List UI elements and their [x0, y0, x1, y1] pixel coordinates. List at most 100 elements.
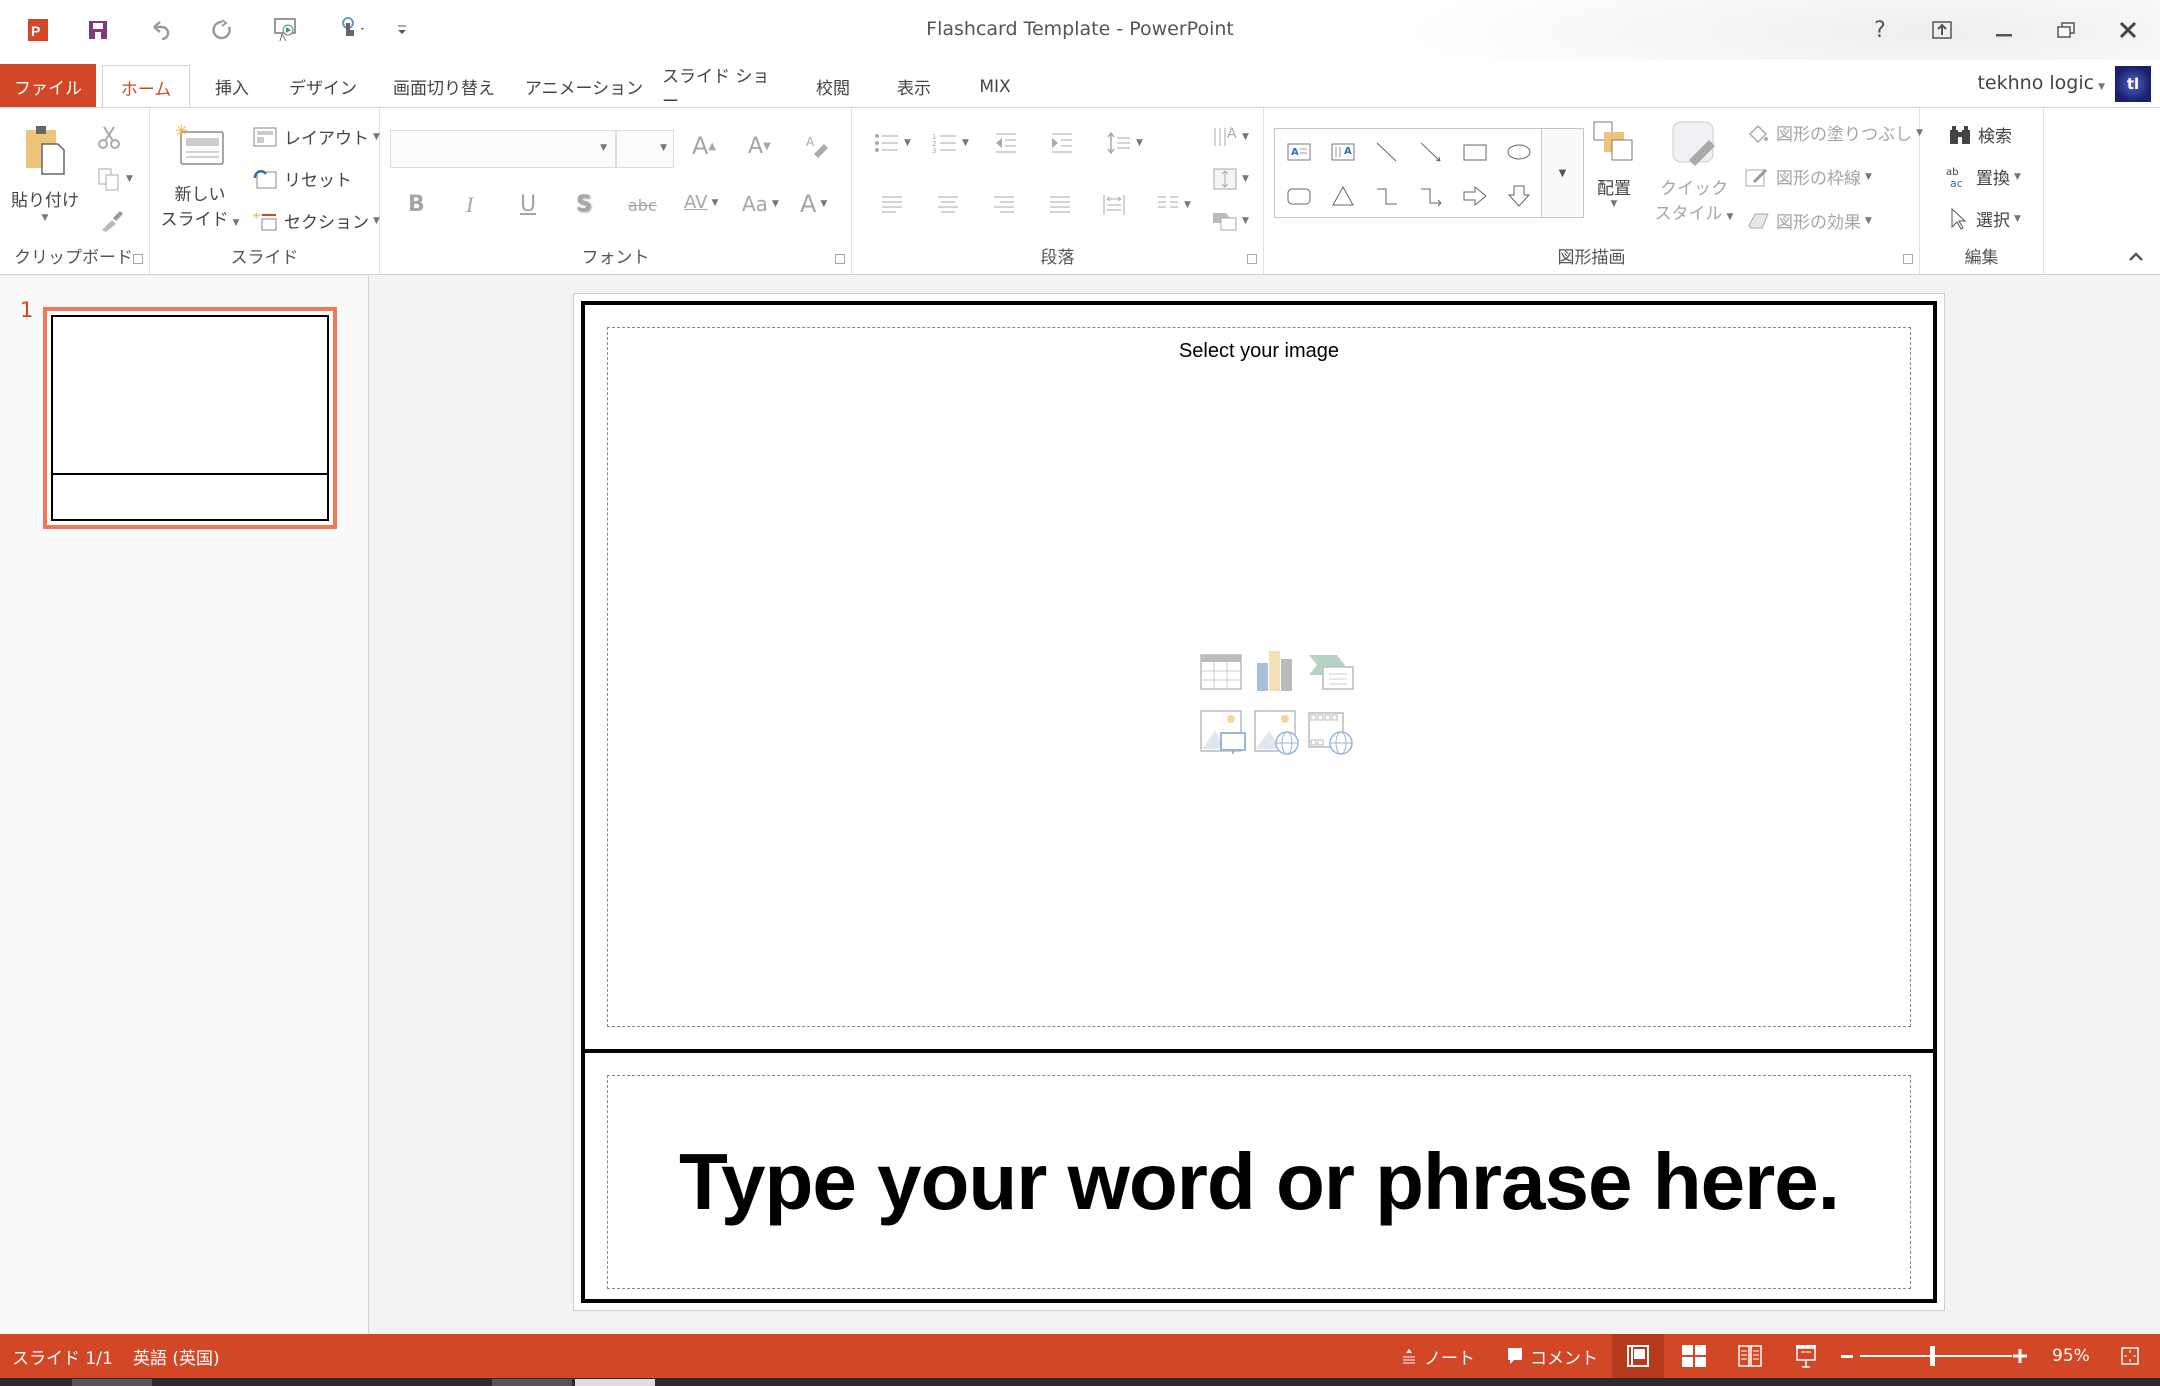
- comments-button[interactable]: コメント: [1506, 1334, 1598, 1378]
- cut-button[interactable]: [96, 124, 122, 150]
- tab-animations[interactable]: アニメーション: [524, 65, 644, 108]
- restore-icon[interactable]: [2046, 14, 2086, 46]
- slide-thumbnail[interactable]: [43, 307, 337, 529]
- vertical-textbox-shape-icon[interactable]: A: [1323, 135, 1363, 169]
- numbering-button[interactable]: 1 2 3 ▼: [932, 132, 969, 154]
- decrease-indent-icon[interactable]: [994, 132, 1018, 154]
- character-spacing-button[interactable]: AV ▼: [684, 192, 718, 213]
- shape-outline-button[interactable]: 図形の枠線 ▼: [1744, 164, 1872, 189]
- phrase-textbox[interactable]: Type your word or phrase here.: [607, 1075, 1911, 1289]
- ribbon-display-options-icon[interactable]: [1922, 14, 1962, 46]
- collapse-ribbon-button[interactable]: [2128, 250, 2144, 266]
- line-shape-icon[interactable]: [1367, 135, 1407, 169]
- reset-button[interactable]: リセット: [252, 166, 352, 191]
- chart-icon[interactable]: [1253, 647, 1297, 691]
- image-placeholder[interactable]: Select your image: [607, 327, 1911, 1027]
- quick-styles-button[interactable]: クイック スタイル ▼: [1654, 118, 1734, 224]
- columns-button[interactable]: ▼: [1156, 194, 1191, 216]
- shape-effects-button[interactable]: 図形の効果 ▼: [1746, 208, 1872, 233]
- picture-icon[interactable]: [1199, 709, 1246, 754]
- change-case-button[interactable]: Aa ▼: [742, 192, 779, 216]
- arrange-button[interactable]: 配置 ▼: [1584, 118, 1644, 209]
- drawing-dialog-launcher[interactable]: [1903, 254, 1913, 264]
- tab-mix[interactable]: MIX: [966, 65, 1024, 108]
- font-color-button[interactable]: A ▼: [800, 190, 827, 218]
- help-button[interactable]: ?: [1860, 14, 1900, 46]
- layout-button[interactable]: レイアウト ▼: [252, 124, 380, 149]
- align-right-icon[interactable]: [992, 194, 1016, 216]
- text-shadow-button[interactable]: S: [576, 192, 592, 217]
- slide-sorter-view-button[interactable]: [1668, 1334, 1720, 1378]
- oval-shape-icon[interactable]: [1499, 135, 1539, 169]
- shapes-gallery-more-button[interactable]: ▼: [1541, 129, 1583, 217]
- zoom-level[interactable]: 95%: [2052, 1334, 2090, 1378]
- fit-slide-button[interactable]: [2120, 1334, 2140, 1378]
- online-video-icon[interactable]: [1307, 709, 1353, 755]
- reading-view-button[interactable]: [1724, 1334, 1776, 1378]
- shape-fill-button[interactable]: 図形の塗りつぶし ▼: [1746, 120, 1923, 145]
- zoom-slider[interactable]: [1860, 1334, 2012, 1378]
- user-account-menu[interactable]: tekhno logic ▼: [1977, 72, 2105, 94]
- select-button[interactable]: 選択 ▼: [1948, 206, 2021, 231]
- line-spacing-button[interactable]: ▼: [1106, 132, 1143, 154]
- tab-insert[interactable]: 挿入: [200, 65, 264, 108]
- clipboard-dialog-launcher[interactable]: [133, 254, 143, 264]
- avatar[interactable]: tl: [2115, 66, 2151, 102]
- bullets-button[interactable]: ▼: [874, 132, 911, 154]
- underline-button[interactable]: U: [520, 192, 536, 217]
- textbox-shape-icon[interactable]: A: [1279, 135, 1319, 169]
- zoom-out-button[interactable]: [1840, 1334, 1854, 1378]
- right-arrow-shape-icon[interactable]: [1455, 179, 1495, 213]
- paragraph-dialog-launcher[interactable]: [1247, 254, 1257, 264]
- normal-view-button[interactable]: [1612, 1334, 1664, 1378]
- elbow-arrow-connector-shape-icon[interactable]: [1411, 179, 1451, 213]
- tab-transitions[interactable]: 画面切り替え: [384, 65, 504, 108]
- close-icon[interactable]: [2108, 14, 2148, 46]
- tab-home[interactable]: ホーム: [102, 65, 190, 108]
- smartart-icon[interactable]: [1307, 653, 1354, 697]
- tab-view[interactable]: 表示: [886, 65, 942, 108]
- slide-canvas[interactable]: Select your image Type your word or phra…: [573, 293, 1945, 1311]
- rectangle-shape-icon[interactable]: [1455, 135, 1495, 169]
- tab-file[interactable]: ファイル: [0, 64, 96, 108]
- justify-icon[interactable]: [1048, 194, 1072, 216]
- section-button[interactable]: ✳ セクション ▼: [252, 208, 380, 234]
- decrease-font-size-button[interactable]: A ▼: [748, 134, 771, 159]
- clear-formatting-icon[interactable]: A: [804, 134, 828, 158]
- text-direction-button[interactable]: A ▼: [1212, 124, 1249, 150]
- new-slide-button[interactable]: ✳ 新しい スライド ▼: [161, 122, 240, 230]
- down-arrow-shape-icon[interactable]: [1499, 179, 1539, 213]
- online-picture-icon[interactable]: [1253, 709, 1299, 755]
- format-painter-button[interactable]: [98, 208, 124, 234]
- rounded-rectangle-shape-icon[interactable]: [1279, 179, 1319, 213]
- font-name-select[interactable]: ▼: [390, 130, 616, 168]
- increase-indent-icon[interactable]: [1050, 132, 1074, 154]
- font-dialog-launcher[interactable]: [835, 254, 845, 264]
- find-button[interactable]: 検索: [1948, 122, 2012, 147]
- paste-button[interactable]: 貼り付け ▼: [10, 122, 80, 223]
- tab-review[interactable]: 校閲: [806, 65, 860, 108]
- elbow-connector-shape-icon[interactable]: [1367, 179, 1407, 213]
- tab-design[interactable]: デザイン: [280, 65, 366, 108]
- minimize-icon[interactable]: [1984, 14, 2024, 46]
- zoom-in-button[interactable]: [2012, 1334, 2028, 1378]
- align-left-icon[interactable]: [880, 194, 904, 216]
- slide-indicator[interactable]: スライド 1/1: [12, 1334, 113, 1378]
- distributed-icon[interactable]: [1102, 194, 1126, 216]
- slideshow-view-button[interactable]: [1780, 1334, 1832, 1378]
- font-size-select[interactable]: ▼: [616, 130, 674, 168]
- align-center-icon[interactable]: [936, 194, 960, 216]
- zoom-slider-thumb[interactable]: [1929, 1346, 1935, 1366]
- table-icon[interactable]: [1199, 653, 1243, 697]
- italic-button[interactable]: I: [466, 192, 473, 218]
- taskbar-item[interactable]: [72, 1379, 152, 1386]
- language-indicator[interactable]: 英語 (英国): [133, 1334, 220, 1378]
- align-text-button[interactable]: ▼: [1212, 166, 1249, 192]
- triangle-shape-icon[interactable]: [1323, 179, 1363, 213]
- copy-button[interactable]: ▼: [96, 166, 133, 192]
- strikethrough-button[interactable]: abc: [628, 196, 657, 215]
- increase-font-size-button[interactable]: A ▲: [692, 132, 716, 160]
- taskbar-item-active[interactable]: [575, 1379, 655, 1386]
- tab-slideshow[interactable]: スライド ショー: [662, 65, 782, 112]
- taskbar-item[interactable]: [492, 1379, 572, 1386]
